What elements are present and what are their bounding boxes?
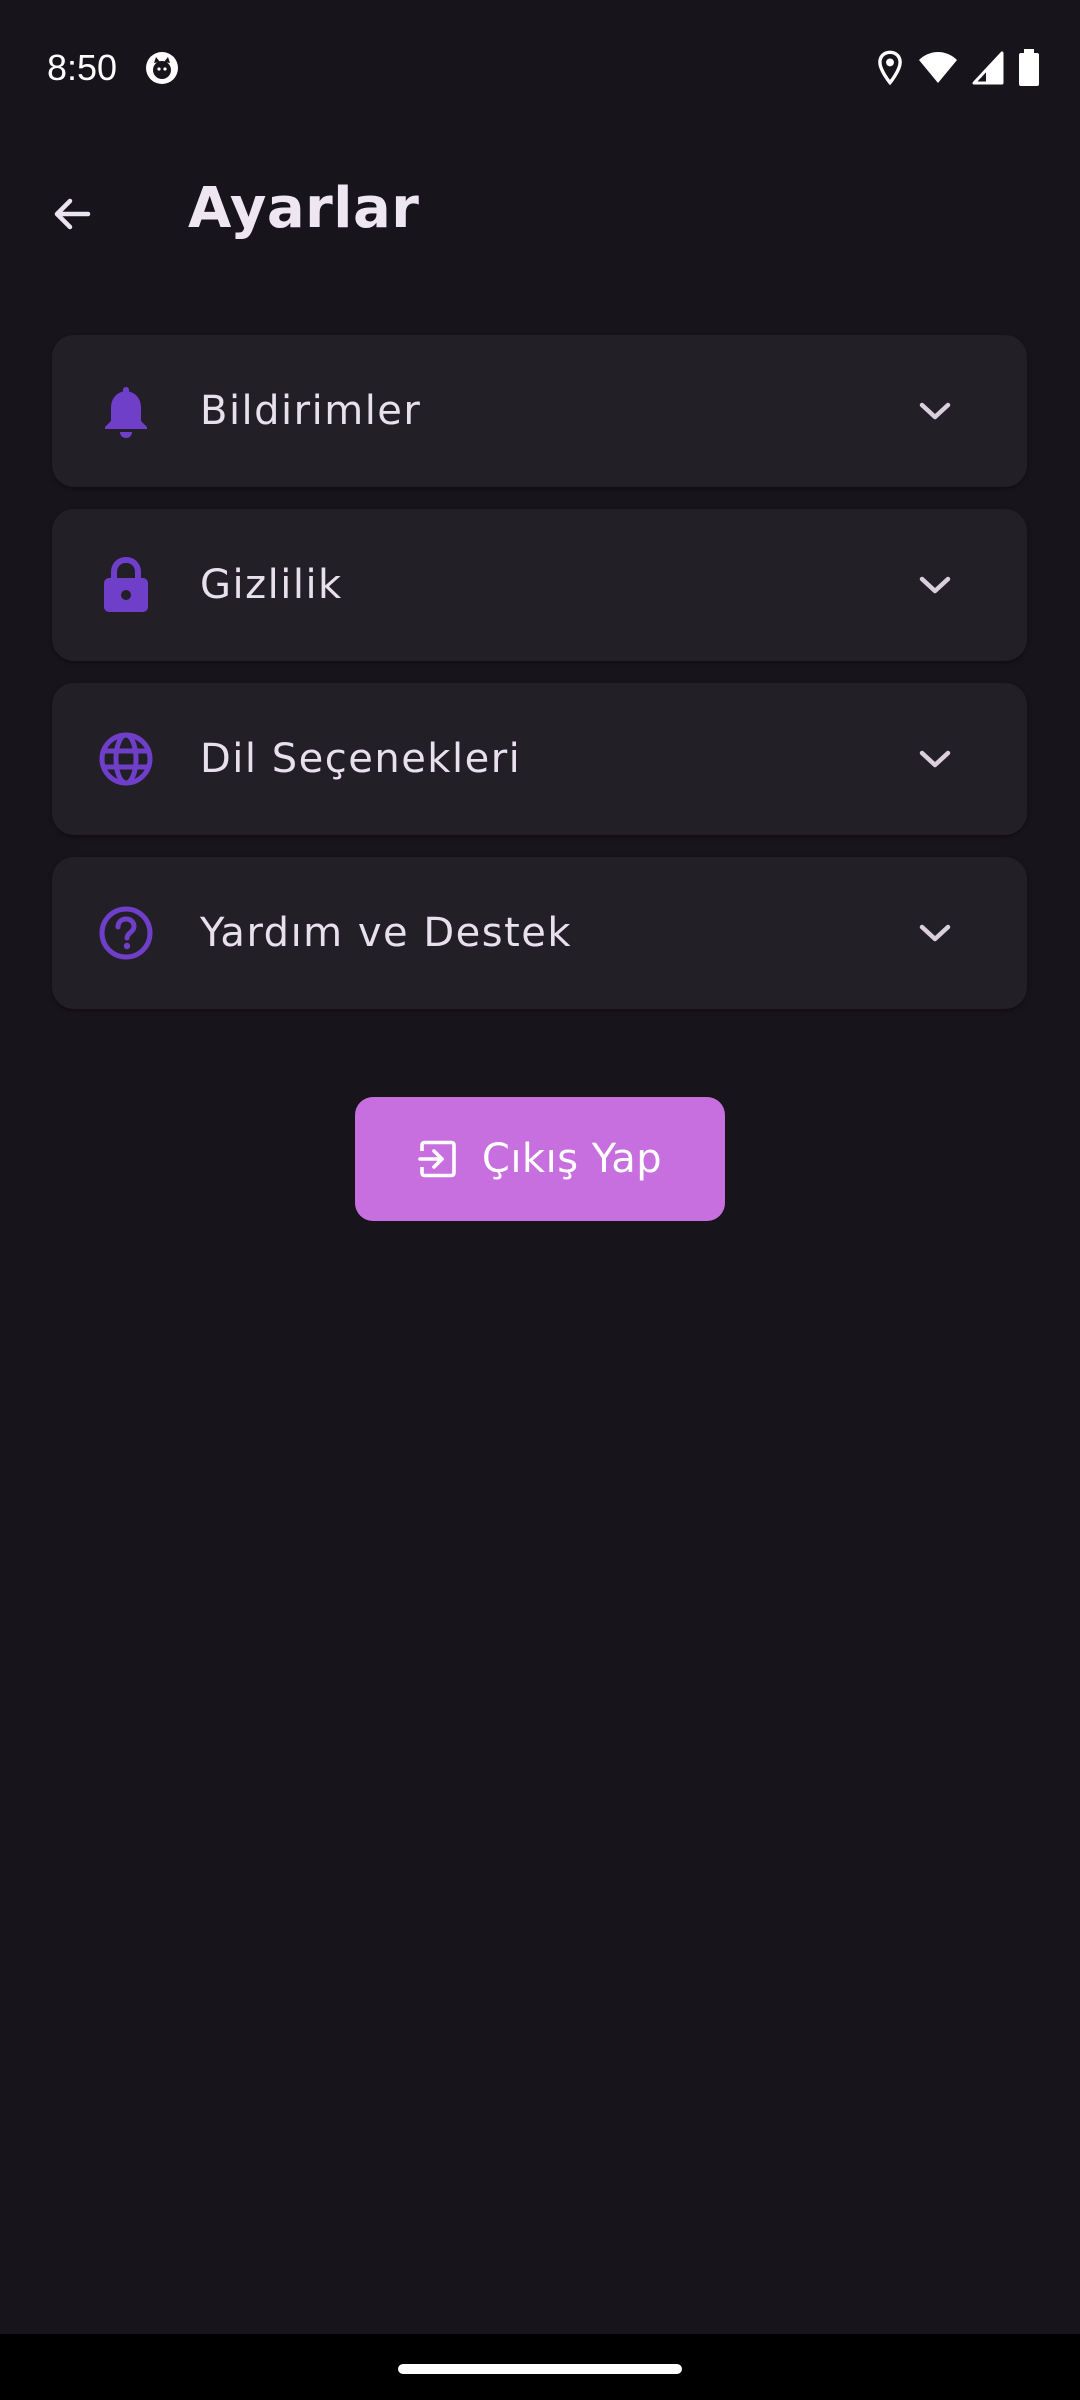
lock-icon xyxy=(96,555,156,615)
page-title: Ayarlar xyxy=(188,176,420,241)
status-icons xyxy=(862,48,1040,88)
logout-label: Çıkış Yap xyxy=(481,1136,663,1182)
logout-icon xyxy=(418,1137,462,1181)
logout-button[interactable]: Çıkış Yap xyxy=(355,1097,725,1221)
help-circle-icon xyxy=(96,903,156,963)
status-time: 8:50 xyxy=(47,47,118,88)
signal-icon xyxy=(972,51,1004,85)
globe-icon xyxy=(96,729,156,789)
arrow-back-icon xyxy=(54,198,91,230)
chevron-down-icon[interactable] xyxy=(913,911,957,955)
chevron-down-icon[interactable] xyxy=(913,389,957,433)
app-bar: Ayarlar xyxy=(0,150,1080,270)
chevron-down-icon[interactable] xyxy=(913,737,957,781)
back-button[interactable] xyxy=(36,178,108,250)
location-icon xyxy=(878,50,902,86)
navigation-bar xyxy=(0,2334,1080,2400)
bell-icon xyxy=(96,381,156,441)
settings-item-privacy[interactable]: Gizlilik xyxy=(52,509,1027,661)
wifi-icon xyxy=(919,52,957,83)
settings-item-label: Yardım ve Destek xyxy=(200,910,573,956)
home-indicator[interactable] xyxy=(398,2364,682,2374)
battery-icon xyxy=(1019,49,1039,86)
settings-list: Bildirimler Gizlilik Dil Seçenekleri Yar… xyxy=(52,335,1027,1031)
status-bar: 8:50 xyxy=(0,0,1080,136)
settings-item-language[interactable]: Dil Seçenekleri xyxy=(52,683,1027,835)
chevron-down-icon[interactable] xyxy=(913,563,957,607)
settings-item-notifications[interactable]: Bildirimler xyxy=(52,335,1027,487)
app-notification-icon xyxy=(144,50,180,86)
settings-item-label: Bildirimler xyxy=(200,388,422,434)
settings-item-label: Dil Seçenekleri xyxy=(200,736,522,782)
settings-item-help[interactable]: Yardım ve Destek xyxy=(52,857,1027,1009)
settings-screen: 8:50 Ayarlar Bildirimler Gizlilik Dil Se… xyxy=(0,0,1080,2400)
settings-item-label: Gizlilik xyxy=(200,562,343,608)
